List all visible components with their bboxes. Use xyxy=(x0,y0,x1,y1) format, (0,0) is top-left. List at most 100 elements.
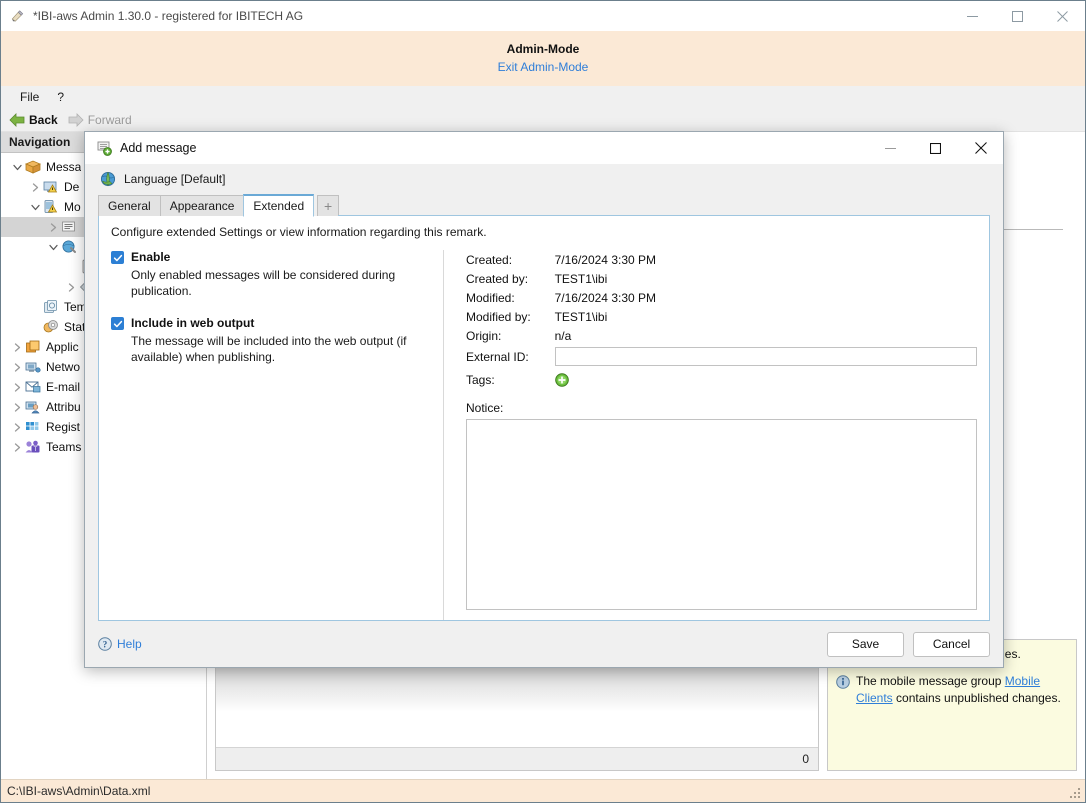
add-message-dialog: Add message Language [Default] General Ap… xyxy=(84,131,1004,668)
help-link[interactable]: ? Help xyxy=(98,637,142,651)
resize-grip-icon[interactable] xyxy=(1068,786,1082,800)
metadata-label: Created by: xyxy=(466,271,529,286)
window-minimize-button[interactable] xyxy=(950,1,995,31)
add-circle-green-icon[interactable] xyxy=(554,373,569,387)
chevron-right-icon[interactable] xyxy=(45,219,61,235)
dialog-body: Language [Default] General Appearance Exte… xyxy=(85,164,1003,621)
cancel-button[interactable]: Cancel xyxy=(913,631,990,657)
tab-label: Appearance xyxy=(169,199,235,213)
window-titlebar: *IBI-aws Admin 1.30.0 - registered for I… xyxy=(1,1,1085,31)
tree-item-label: Attribu xyxy=(46,400,81,414)
metadata-label: Modified by: xyxy=(466,309,531,324)
chevron-right-icon[interactable] xyxy=(9,419,25,435)
menu-item-help[interactable]: ? xyxy=(48,88,73,106)
add-tab-button[interactable]: + xyxy=(317,195,340,216)
dialog-title: Add message xyxy=(120,141,197,155)
statusbar: C:\IBI-aws\Admin\Data.xml xyxy=(1,779,1085,802)
mobile-warning-icon xyxy=(43,199,60,215)
statusbar-path: C:\IBI-aws\Admin\Data.xml xyxy=(7,784,151,798)
enable-checkbox[interactable] xyxy=(111,251,124,264)
add-message-icon xyxy=(96,140,112,156)
metadata-value: TEST1\ibi xyxy=(554,309,608,324)
forward-button-label: Forward xyxy=(87,112,132,127)
check-icon xyxy=(113,254,122,261)
svg-text:T: T xyxy=(34,447,38,453)
chevron-down-icon[interactable] xyxy=(45,239,61,255)
chevron-down-icon[interactable] xyxy=(9,159,25,175)
tab-description: Configure extended Settings or view info… xyxy=(111,225,487,239)
language-label: Language [Default] xyxy=(124,172,226,186)
exit-admin-mode-link[interactable]: Exit Admin-Mode xyxy=(498,59,589,76)
messages-folder-icon xyxy=(24,159,42,175)
window-title: *IBI-aws Admin 1.30.0 - registered for I… xyxy=(33,9,304,23)
menu-item-file[interactable]: File xyxy=(11,88,48,106)
app-pen-document-icon xyxy=(10,8,26,24)
metadata-label: Modified: xyxy=(466,290,515,305)
metadata-pane: Created: 7/16/2024 3:30 PM Created by: TEST… xyxy=(444,250,989,620)
metadata-label: Origin: xyxy=(466,328,502,343)
tree-item-label: Messa xyxy=(46,160,82,174)
tab-label: Extended xyxy=(253,199,305,213)
wrench-globe-icon xyxy=(61,239,78,255)
enable-description: Only enabled messages will be considered… xyxy=(131,268,396,298)
metadata-value: n/a xyxy=(554,328,572,343)
chevron-right-icon[interactable] xyxy=(63,279,79,295)
tab-extended[interactable]: Extended xyxy=(243,194,315,217)
static-gear-icon xyxy=(43,319,60,335)
teams-icon: T xyxy=(25,439,42,455)
tab-general[interactable]: General xyxy=(98,195,161,216)
notice-textarea[interactable] xyxy=(466,419,977,610)
dialog-maximize-button[interactable] xyxy=(913,132,958,164)
chevron-right-icon[interactable] xyxy=(9,339,25,355)
metadata-value: 7/16/2024 3:30 PM xyxy=(554,252,657,267)
chevron-right-icon[interactable] xyxy=(9,359,25,375)
email-icon xyxy=(25,379,42,395)
dialog-close-button[interactable] xyxy=(958,132,1003,164)
window-maximize-button[interactable] xyxy=(995,1,1040,31)
external-id-row: External ID: xyxy=(466,345,977,368)
include-in-web-output-label: Include in web output xyxy=(131,316,255,330)
dialog-minimize-button[interactable] xyxy=(868,132,913,164)
chevron-right-icon[interactable] xyxy=(9,439,25,455)
metadata-value: TEST1\ibi xyxy=(554,271,608,286)
dialog-window-controls xyxy=(868,132,1003,164)
forward-button[interactable]: Forward xyxy=(68,113,132,127)
metadata-row: Modified by: TEST1\ibi xyxy=(466,307,977,326)
admin-mode-title: Admin-Mode xyxy=(506,42,580,56)
attributes-user-icon xyxy=(25,399,42,415)
tab-appearance[interactable]: Appearance xyxy=(159,195,245,216)
help-link-label: Help xyxy=(117,637,142,651)
include-in-web-output-checkbox[interactable] xyxy=(111,317,124,330)
external-id-input[interactable] xyxy=(554,347,977,366)
back-button[interactable]: Back xyxy=(9,113,58,127)
external-id-label: External ID: xyxy=(466,349,529,364)
notification-item: The mobile message group Mobile Clients … xyxy=(836,673,1068,707)
window-controls xyxy=(950,1,1085,31)
back-arrow-icon xyxy=(9,112,25,127)
chevron-right-icon[interactable] xyxy=(9,399,25,415)
tab-label: General xyxy=(108,199,151,213)
navigation-toolbar: Back Forward xyxy=(1,108,1085,132)
save-button[interactable]: Save xyxy=(827,631,904,657)
window-close-button[interactable] xyxy=(1040,1,1085,31)
tree-item-label: De xyxy=(64,180,80,194)
tree-item-label: Regist xyxy=(46,420,81,434)
metadata-value: 7/16/2024 3:30 PM xyxy=(554,290,657,305)
registry-icon xyxy=(25,419,42,435)
option-enable-row: Enable xyxy=(111,250,431,265)
chevron-down-icon[interactable] xyxy=(27,199,43,215)
notification-link[interactable]: Mobile Clients xyxy=(856,674,1040,705)
chevron-right-icon[interactable] xyxy=(9,379,25,395)
dialog-tabstrip: General Appearance Extended + xyxy=(98,194,990,217)
menubar: File ? xyxy=(1,86,1085,108)
desktop-warning-icon xyxy=(43,179,60,195)
metadata-table: Created: 7/16/2024 3:30 PM Created by: TEST… xyxy=(466,250,977,391)
chevron-right-icon[interactable] xyxy=(27,179,43,195)
tab-panes: Enable Only enabled messages will be con… xyxy=(99,239,989,620)
forward-arrow-icon xyxy=(68,112,84,127)
message-list-icon xyxy=(61,219,78,235)
tree-item-label: Applic xyxy=(46,340,79,354)
dialog-titlebar: Add message xyxy=(85,132,1003,164)
include-in-web-output-description: The message will be included into the we… xyxy=(131,334,407,364)
tree-item-label: Netwo xyxy=(46,360,81,374)
